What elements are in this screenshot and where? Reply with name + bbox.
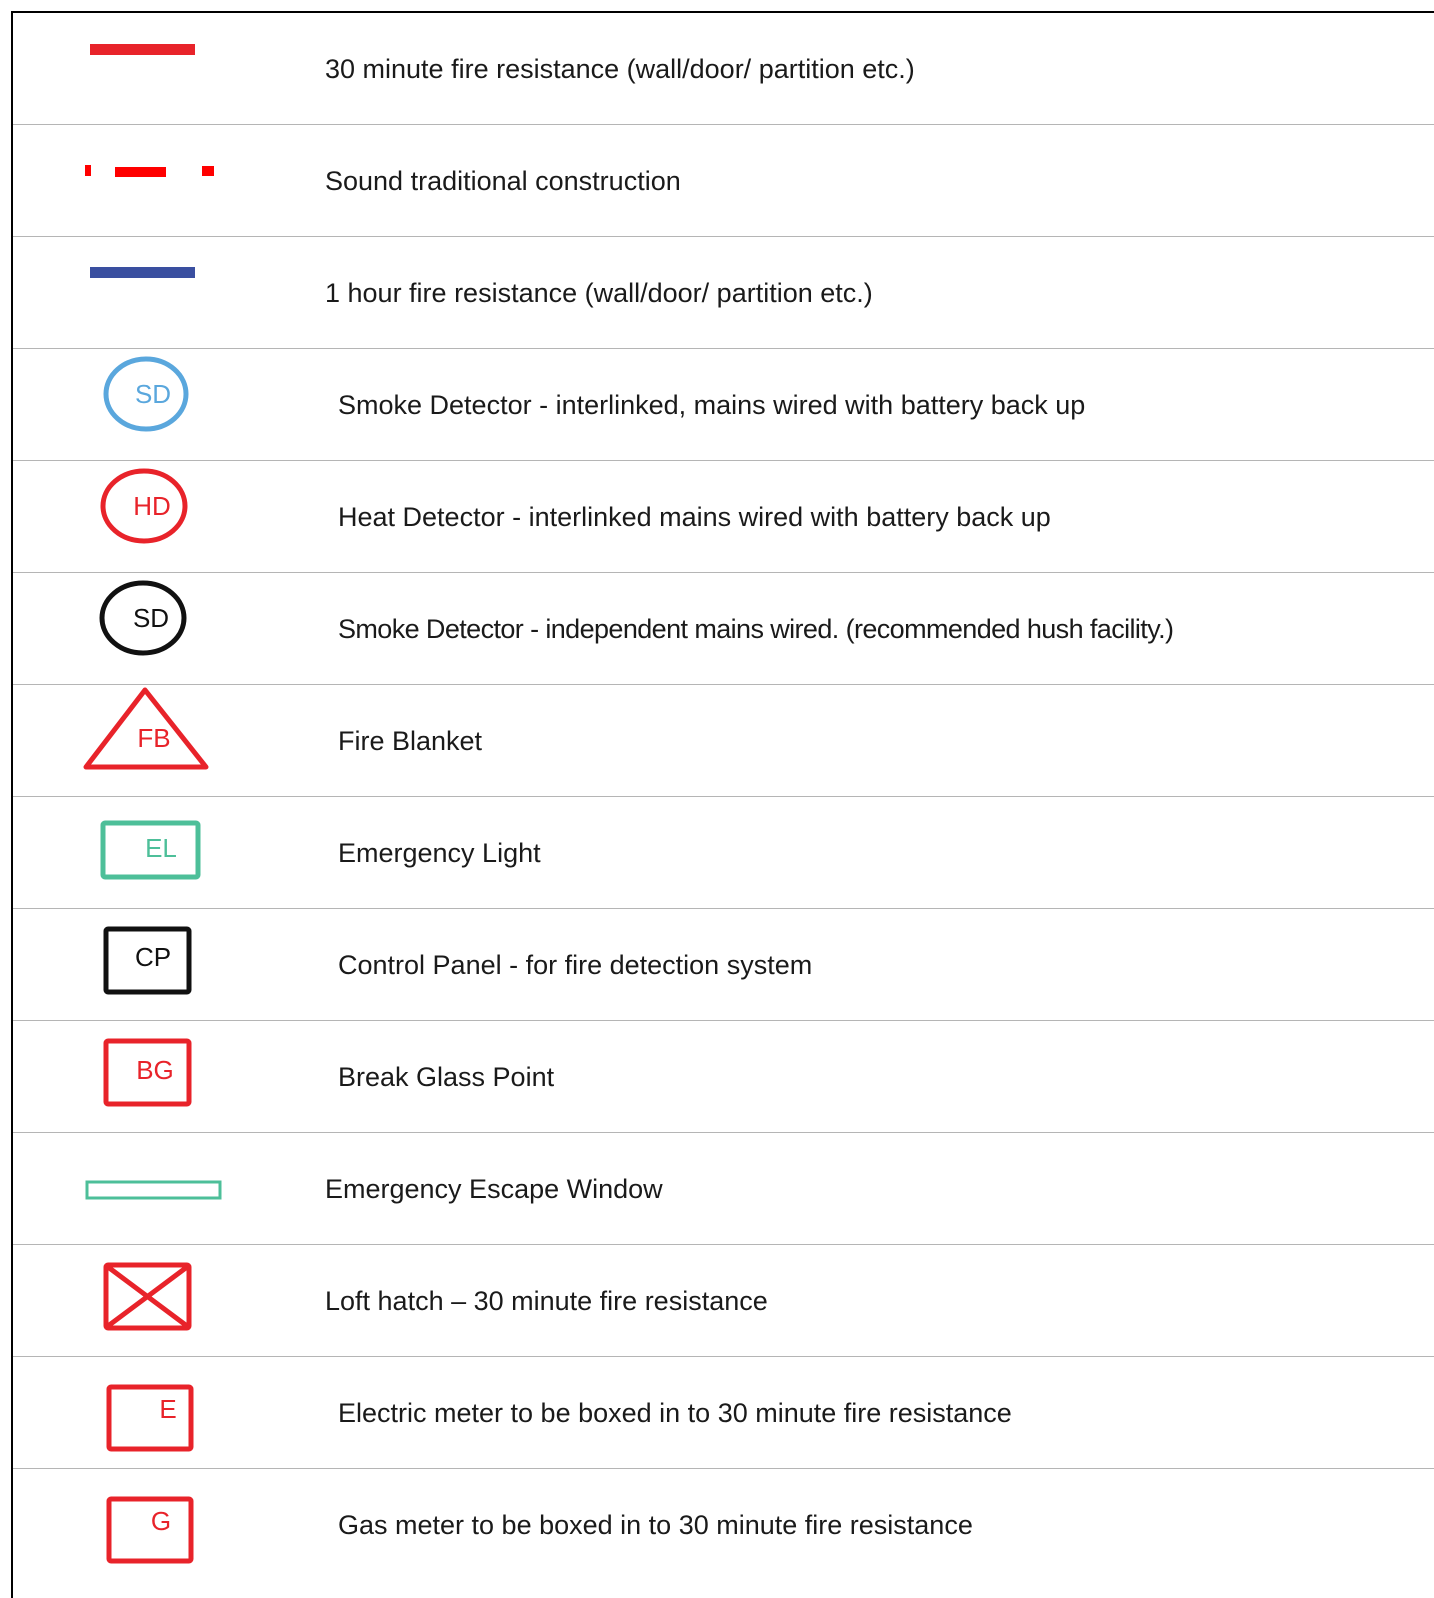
legend-row-30min-fire-resistance: 30 minute fire resistance (wall/door/ pa…	[13, 13, 1434, 125]
legend-row-sound-construction: Sound traditional construction	[13, 125, 1434, 237]
legend-description: 1 hour fire resistance (wall/door/ parti…	[325, 278, 873, 308]
red-line-icon	[13, 13, 303, 125]
symbol-label: G	[151, 1506, 171, 1536]
fire-blanket-icon: FB	[13, 685, 303, 797]
legend-description: Loft hatch – 30 minute fire resistance	[325, 1286, 768, 1316]
legend-row-loft-hatch: Loft hatch – 30 minute fire resistance	[13, 1245, 1434, 1357]
legend-description: Sound traditional construction	[325, 166, 681, 196]
legend-description: Emergency Escape Window	[325, 1174, 663, 1204]
legend-description: Heat Detector - interlinked mains wired …	[338, 502, 1051, 532]
symbol-label: E	[159, 1394, 176, 1424]
legend-row-heat-detector: HD Heat Detector - interlinked mains wir…	[13, 461, 1434, 573]
symbol-label: SD	[135, 379, 171, 409]
legend-row-control-panel: CP Control Panel - for fire detection sy…	[13, 909, 1434, 1021]
control-panel-icon: CP	[13, 909, 303, 1021]
symbol-label: FB	[137, 723, 170, 753]
legend-description: Smoke Detector - independent mains wired…	[338, 614, 1174, 644]
legend-description: Control Panel - for fire detection syste…	[338, 950, 813, 980]
heat-detector-icon: HD	[13, 461, 303, 573]
legend-description: Fire Blanket	[338, 726, 483, 756]
legend-description: Electric meter to be boxed in to 30 minu…	[338, 1398, 1012, 1428]
legend-description: Break Glass Point	[338, 1062, 555, 1092]
smoke-detector-black-icon: SD	[13, 573, 303, 685]
gas-meter-icon: G	[13, 1469, 303, 1581]
electric-meter-icon: E	[13, 1357, 303, 1469]
red-dash-dot-line-icon	[13, 125, 303, 237]
legend-description: Gas meter to be boxed in to 30 minute fi…	[338, 1510, 973, 1540]
legend-row-fire-blanket: FB Fire Blanket	[13, 685, 1434, 797]
escape-window-icon	[13, 1133, 303, 1245]
smoke-detector-blue-icon: SD	[13, 349, 303, 461]
legend-description: Emergency Light	[338, 838, 541, 868]
break-glass-point-icon: BG	[13, 1021, 303, 1133]
blue-line-icon	[13, 237, 303, 349]
fire-safety-legend: 30 minute fire resistance (wall/door/ pa…	[11, 11, 1434, 1598]
legend-row-emergency-escape-window: Emergency Escape Window	[13, 1133, 1434, 1245]
symbol-label: CP	[135, 942, 171, 972]
legend-row-smoke-detector-interlinked: SD Smoke Detector - interlinked, mains w…	[13, 349, 1434, 461]
legend-row-electric-meter: E Electric meter to be boxed in to 30 mi…	[13, 1357, 1434, 1469]
legend-row-gas-meter: G Gas meter to be boxed in to 30 minute …	[13, 1469, 1434, 1581]
legend-row-smoke-detector-independent: SD Smoke Detector - independent mains wi…	[13, 573, 1434, 685]
loft-hatch-icon	[13, 1245, 303, 1357]
symbol-label: SD	[133, 603, 169, 633]
symbol-label: EL	[145, 833, 177, 863]
legend-description: Smoke Detector - interlinked, mains wire…	[338, 390, 1086, 420]
legend-row-emergency-light: EL Emergency Light	[13, 797, 1434, 909]
emergency-light-icon: EL	[13, 797, 303, 909]
symbol-label: HD	[133, 491, 171, 521]
symbol-label: BG	[136, 1055, 174, 1085]
legend-description: 30 minute fire resistance (wall/door/ pa…	[325, 54, 915, 84]
legend-row-1hr-fire-resistance: 1 hour fire resistance (wall/door/ parti…	[13, 237, 1434, 349]
legend-row-break-glass-point: BG Break Glass Point	[13, 1021, 1434, 1133]
